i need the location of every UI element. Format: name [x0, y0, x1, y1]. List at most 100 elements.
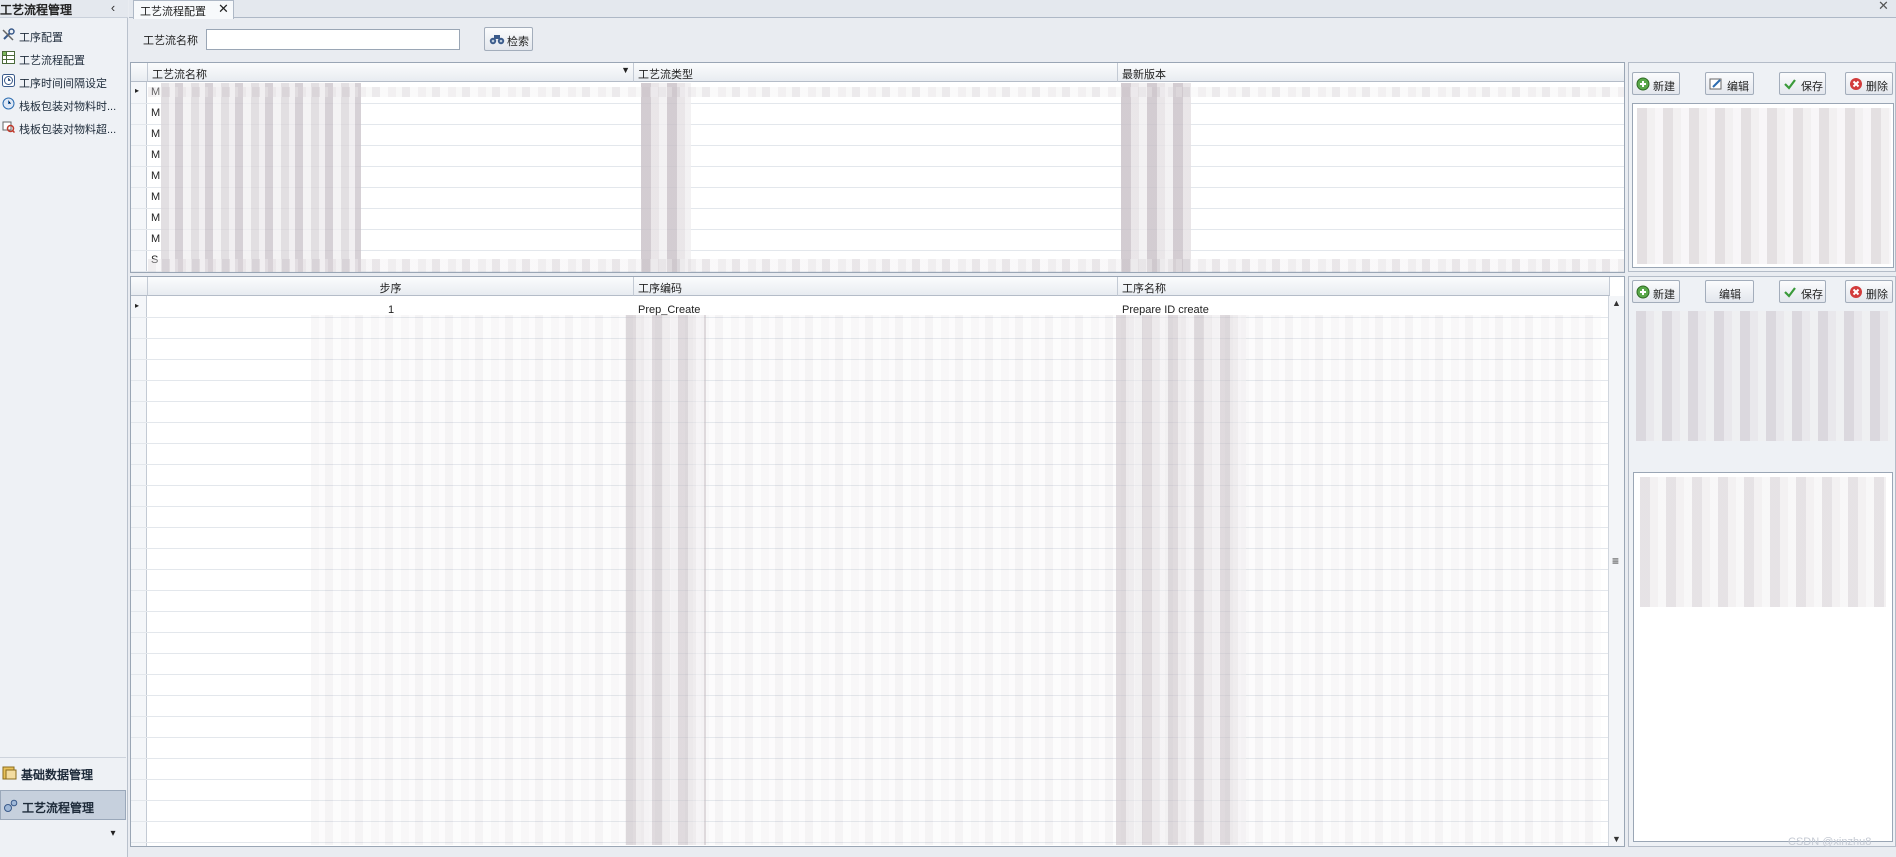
column-header-label: 工艺流名称 — [152, 69, 207, 81]
button-label: 删除 — [1866, 81, 1888, 93]
grid-corner — [131, 63, 148, 82]
blurred-content — [641, 83, 691, 272]
binoculars-icon — [489, 35, 505, 45]
blurred-content — [1640, 477, 1886, 607]
box-clock-icon — [2, 97, 15, 110]
vertical-scrollbar[interactable]: ▲ ≡ ▼ — [1608, 296, 1624, 846]
nav-item-process-config[interactable]: 工序配置 — [0, 25, 126, 47]
column-header-label: 工序名称 — [1122, 283, 1166, 295]
step-edit-panel: 新建 编辑 保存 删除 — [1628, 276, 1896, 847]
nav-item-label: 工序配置 — [19, 32, 63, 44]
grid-config-icon — [2, 51, 15, 64]
blurred-content — [1636, 311, 1890, 441]
nav-item-label: 栈板包装对物料时... — [19, 101, 117, 113]
delete-icon — [1850, 78, 1862, 90]
nav-item-interval-setting[interactable]: 工序时间间隔设定 — [0, 71, 126, 93]
tab-close-icon[interactable]: ✕ — [218, 1, 229, 17]
flow-name-cell[interactable]: M — [151, 170, 160, 182]
flow-name-cell[interactable]: M — [151, 233, 160, 245]
nav-header: 工艺流程管理 ‹ — [0, 0, 128, 18]
nav-group-label: 工艺流程管理 — [22, 801, 95, 815]
nav-item-label: 栈板包装对物料超... — [19, 124, 117, 136]
checkmark-icon — [1784, 287, 1796, 298]
nav-item-pallet-time[interactable]: 栈板包装对物料时... — [0, 94, 126, 116]
edit-flow-button[interactable]: 编辑 — [1705, 72, 1754, 95]
collapse-nav-button[interactable]: ‹ — [106, 0, 120, 18]
column-header-label: 步序 — [379, 283, 402, 295]
delete-step-button[interactable]: 删除 — [1845, 280, 1893, 303]
row-indicator-column: ▸ — [131, 296, 147, 846]
process-step-grid: 步序 工序编码 工序名称 ▸ 1 Prep_Create Prepare ID … — [130, 276, 1625, 847]
new-icon — [1636, 285, 1650, 299]
button-label: 删除 — [1866, 289, 1888, 301]
flow-name-cell[interactable]: M — [151, 128, 160, 140]
watermark: CSDN @xinzhu8 — [1788, 836, 1872, 848]
flow-edit-panel: 新建 编辑 保存 删除 — [1628, 62, 1896, 272]
blurred-content — [626, 315, 706, 845]
column-header-step[interactable]: 步序 — [148, 277, 634, 296]
new-flow-button[interactable]: 新建 — [1632, 72, 1680, 95]
column-header-flow-type[interactable]: 工艺流类型 — [634, 63, 1118, 82]
nav-item-flow-config[interactable]: 工艺流程配置 — [0, 48, 126, 70]
button-label: 编辑 — [1727, 81, 1749, 93]
filter-icon[interactable]: ▼ — [621, 65, 630, 75]
edit-step-button[interactable]: 编辑 — [1705, 280, 1754, 303]
new-step-button[interactable]: 新建 — [1632, 280, 1680, 303]
step-form — [1632, 307, 1894, 447]
flow-name-cell[interactable]: M — [151, 107, 160, 119]
button-label: 新建 — [1653, 289, 1675, 301]
gears-icon — [4, 799, 18, 812]
flow-form — [1632, 103, 1894, 268]
nav-item-label: 工序时间间隔设定 — [19, 78, 107, 90]
flow-name-cell[interactable]: M — [151, 149, 160, 161]
delete-flow-button[interactable]: 删除 — [1845, 72, 1893, 95]
blurred-content — [1121, 83, 1191, 272]
button-label: 保存 — [1801, 289, 1823, 301]
edit-icon — [1709, 78, 1722, 90]
column-header-label: 最新版本 — [1122, 69, 1166, 81]
scroll-grip-icon[interactable]: ≡ — [1612, 554, 1619, 568]
box-search-icon — [2, 121, 15, 133]
blurred-content — [311, 315, 1601, 845]
blurred-content — [148, 259, 1624, 272]
scroll-down-icon[interactable]: ▼ — [1612, 834, 1621, 844]
checkmark-icon — [1784, 79, 1796, 90]
column-header-flow-name[interactable]: 工艺流名称 ▼ — [148, 63, 634, 82]
column-header-process-name[interactable]: 工序名称 — [1118, 277, 1610, 296]
search-button-label: 检索 — [507, 36, 529, 48]
flow-name-cell[interactable]: M — [151, 191, 160, 203]
nav-group-process-flow[interactable]: 工艺流程管理 — [0, 790, 126, 820]
button-label: 保存 — [1801, 81, 1823, 93]
button-label: 编辑 — [1719, 289, 1741, 301]
row-indicator-column: ▸ — [131, 82, 147, 272]
search-label: 工艺流名称 — [143, 35, 198, 47]
nav-group-basic-data[interactable]: 基础数据管理 — [0, 757, 126, 787]
tab-flow-config[interactable]: 工艺流程配置 ✕ — [133, 0, 234, 19]
scroll-up-icon[interactable]: ▲ — [1612, 298, 1621, 308]
search-input[interactable] — [206, 29, 460, 50]
delete-icon — [1850, 286, 1862, 298]
window-close-icon[interactable]: ✕ — [1878, 0, 1889, 14]
column-header-latest-version[interactable]: 最新版本 — [1118, 63, 1624, 82]
column-header-label: 工艺流类型 — [638, 69, 693, 81]
button-label: 新建 — [1653, 81, 1675, 93]
clock-icon — [2, 74, 15, 87]
database-icon — [2, 766, 17, 780]
save-flow-button[interactable]: 保存 — [1779, 72, 1826, 95]
nav-item-pallet-overdue[interactable]: 栈板包装对物料超... — [0, 117, 126, 139]
search-button[interactable]: 检索 — [484, 27, 533, 51]
nav-more-button[interactable]: ▾ — [106, 828, 120, 842]
column-header-process-code[interactable]: 工序编码 — [634, 277, 1118, 296]
current-row-arrow-icon: ▸ — [135, 301, 140, 310]
tools-icon — [2, 28, 15, 41]
step-detail-list — [1633, 472, 1893, 842]
nav-title: 工艺流程管理 — [0, 3, 73, 17]
column-header-label: 工序编码 — [638, 283, 682, 295]
process-flow-grid: 工艺流名称 ▼ 工艺流类型 最新版本 ▸ MMMMMMMMS — [130, 62, 1625, 273]
save-step-button[interactable]: 保存 — [1779, 280, 1826, 303]
flow-name-cell[interactable]: M — [151, 212, 160, 224]
tab-bar — [129, 0, 1896, 18]
nav-item-label: 工艺流程配置 — [19, 55, 85, 67]
blurred-content — [148, 87, 1624, 97]
new-icon — [1636, 77, 1650, 91]
